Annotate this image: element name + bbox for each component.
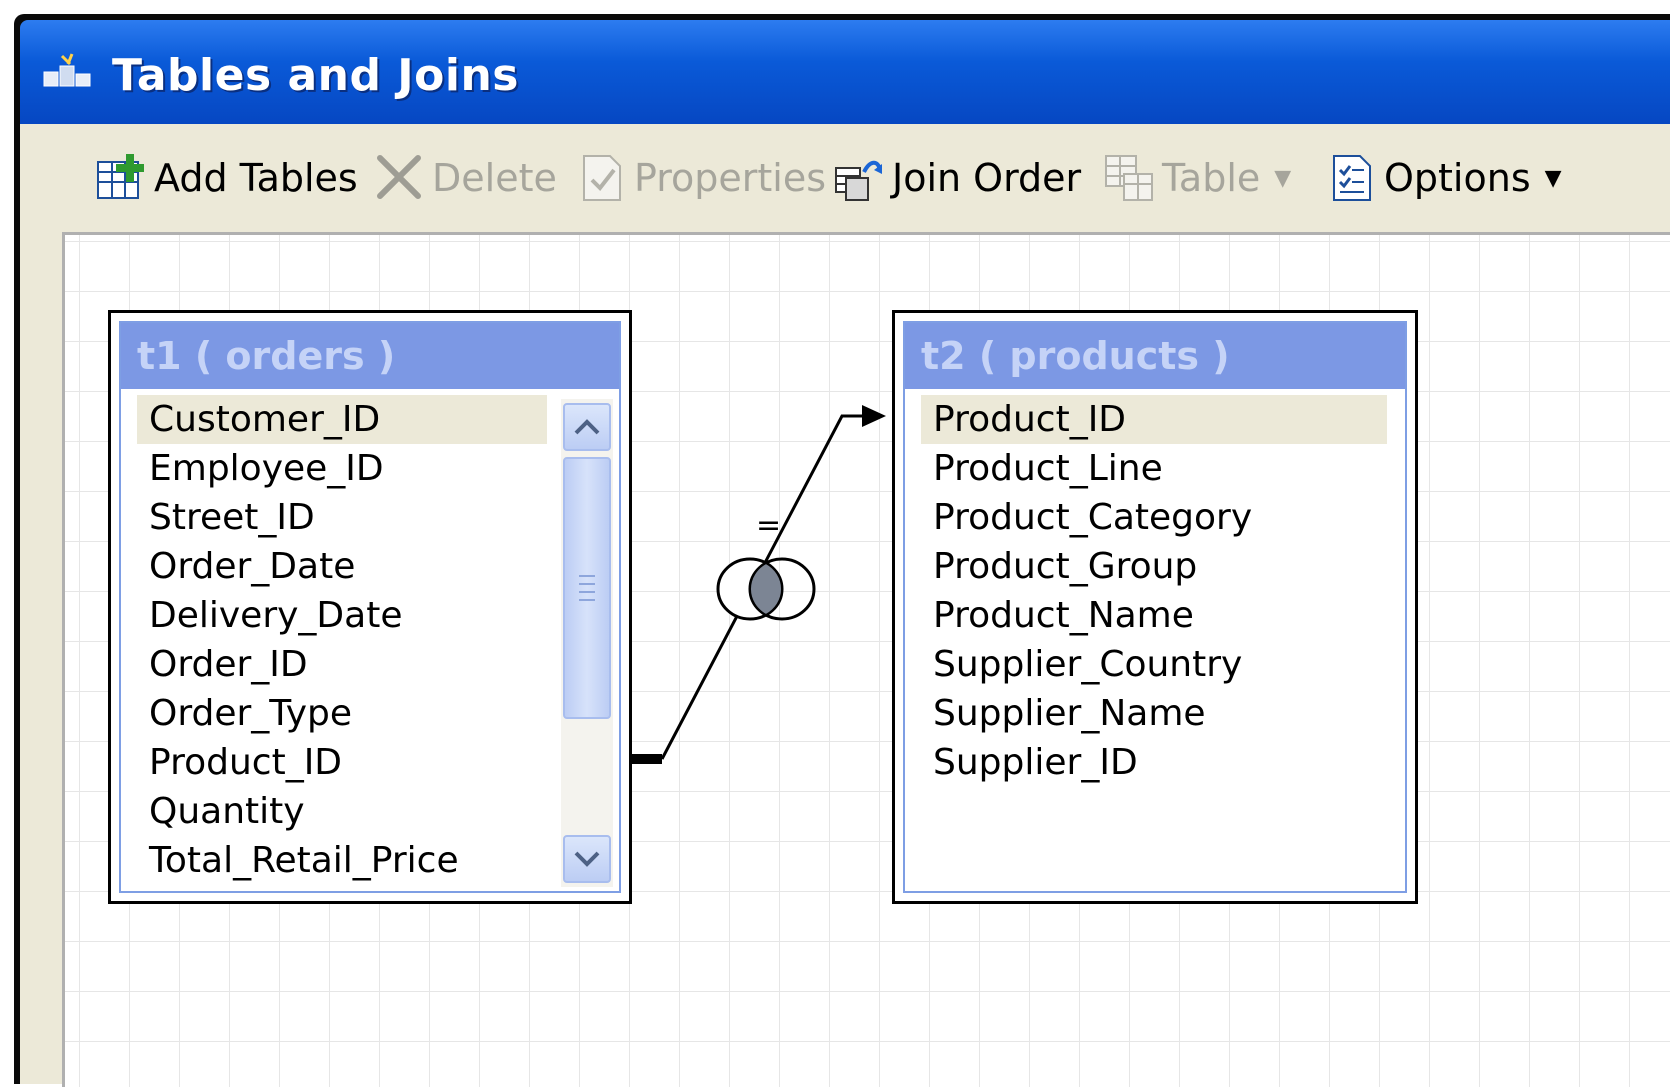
join-operator: = [756, 508, 782, 543]
join-connector[interactable] [0, 0, 1670, 1084]
join-line-anchor [632, 754, 662, 764]
inner-join-venn-icon[interactable] [716, 557, 816, 621]
join-arrow-icon [862, 405, 886, 427]
